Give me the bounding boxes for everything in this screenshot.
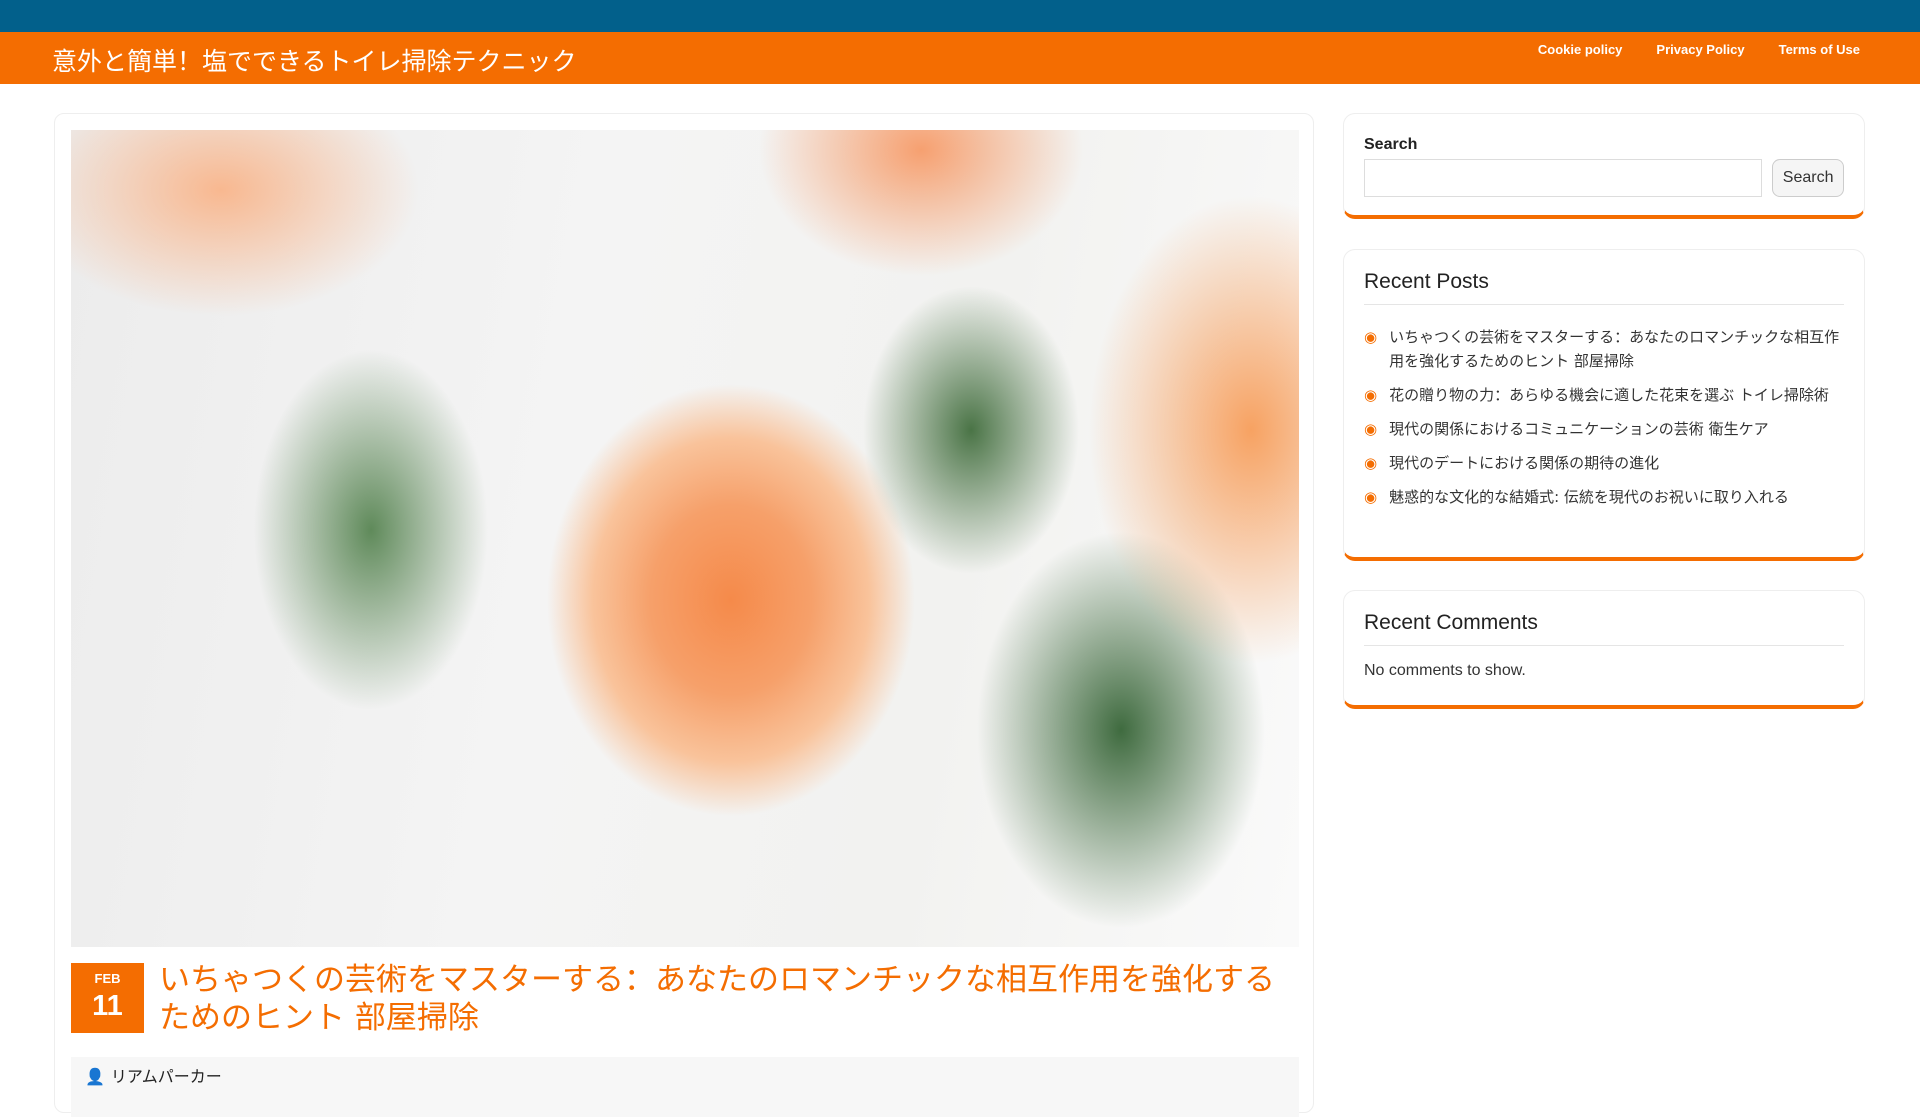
featured-image-roses[interactable] [71, 130, 1299, 947]
recent-post-link[interactable]: 花の贈り物の力：あらゆる機会に適した花束を選ぶ トイレ掃除術 [1389, 383, 1829, 407]
recent-comments-title: Recent Comments [1364, 611, 1844, 646]
user-icon: 👤 [85, 1067, 105, 1086]
bullet-circle-icon: ◉ [1364, 328, 1378, 346]
search-button[interactable]: Search [1772, 159, 1844, 197]
recent-post-link[interactable]: 現代の関係におけるコミュニケーションの芸術 衛生ケア [1389, 417, 1768, 441]
recent-post-link[interactable]: 魅惑的な文化的な結婚式: 伝統を現代のお祝いに取り入れる [1389, 485, 1789, 509]
site-title[interactable]: 意外と簡単！塩でできるトイレ掃除テクニック [52, 42, 577, 78]
post-card: FEB 11 いちゃつくの芸術をマスターする：あなたのロマンチックな相互作用を強… [54, 113, 1314, 1117]
nav-terms-of-use[interactable]: Terms of Use [1779, 42, 1860, 57]
header-nav: Cookie policy Privacy Policy Terms of Us… [1538, 42, 1860, 57]
recent-comments-widget: Recent Comments No comments to show. [1343, 590, 1865, 709]
post-meta: 👤 リアムパーカー [71, 1057, 1299, 1117]
search-widget: Search Search [1343, 113, 1865, 219]
bullet-circle-icon: ◉ [1364, 488, 1378, 506]
list-item: ◉ 魅惑的な文化的な結婚式: 伝統を現代のお祝いに取り入れる [1364, 485, 1844, 509]
recent-post-link[interactable]: いちゃつくの芸術をマスターする：あなたのロマンチックな相互作用を強化するためのヒ… [1389, 325, 1844, 373]
list-item: ◉ 花の贈り物の力：あらゆる機会に適した花束を選ぶ トイレ掃除術 [1364, 383, 1844, 407]
post-author[interactable]: リアムパーカー [111, 1067, 222, 1086]
bullet-circle-icon: ◉ [1364, 386, 1378, 404]
date-day: 11 [92, 990, 123, 1022]
site-header: 意外と簡単！塩でできるトイレ掃除テクニック Cookie policy Priv… [0, 32, 1920, 84]
post-title[interactable]: いちゃつくの芸術をマスターする：あなたのロマンチックな相互作用を強化するためのヒ… [159, 961, 1299, 1037]
list-item: ◉ いちゃつくの芸術をマスターする：あなたのロマンチックな相互作用を強化するための… [1364, 325, 1844, 373]
date-badge: FEB 11 [71, 963, 144, 1033]
nav-cookie-policy[interactable]: Cookie policy [1538, 42, 1623, 57]
search-input[interactable] [1364, 159, 1763, 197]
list-item: ◉ 現代の関係におけるコミュニケーションの芸術 衛生ケア [1364, 417, 1844, 441]
bullet-circle-icon: ◉ [1364, 454, 1378, 472]
search-label: Search [1364, 136, 1418, 153]
nav-privacy-policy[interactable]: Privacy Policy [1656, 42, 1744, 57]
top-bar [0, 0, 1920, 32]
list-item: ◉ 現代のデートにおける関係の期待の進化 [1364, 451, 1844, 475]
bullet-circle-icon: ◉ [1364, 420, 1378, 438]
recent-posts-title: Recent Posts [1364, 270, 1844, 305]
no-comments-text: No comments to show. [1364, 662, 1526, 679]
date-month: FEB [94, 971, 121, 986]
recent-post-link[interactable]: 現代のデートにおける関係の期待の進化 [1389, 451, 1659, 475]
recent-posts-widget: Recent Posts ◉ いちゃつくの芸術をマスターする：あなたのロマンチック… [1343, 249, 1865, 561]
